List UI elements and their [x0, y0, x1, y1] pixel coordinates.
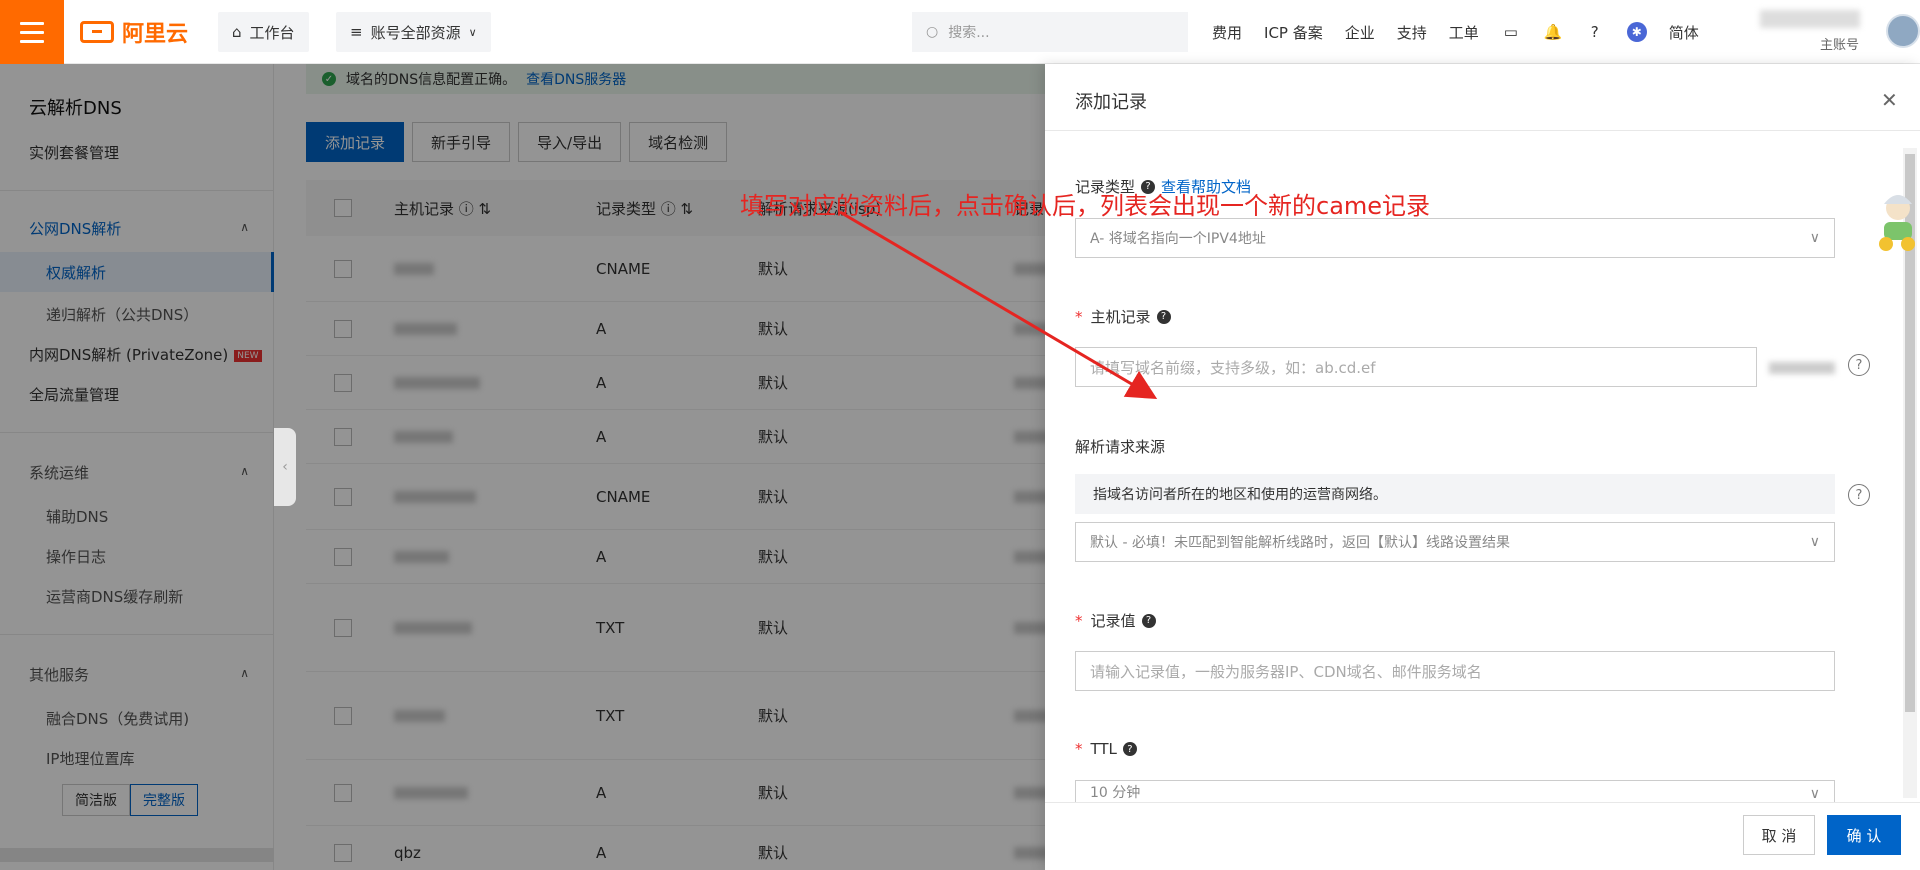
annotation-text: 填写对应的资料后，点击确认后，列表会出现一个新的came记录 [740, 192, 1431, 220]
mascot-character[interactable] [1874, 190, 1920, 254]
app-root: 阿里云 ⌂ 工作台 ≡ 账号全部资源 ∨ ○ 搜索... 费用 ICP 备案 企… [0, 0, 1920, 870]
annotation-arrow [839, 210, 1158, 400]
